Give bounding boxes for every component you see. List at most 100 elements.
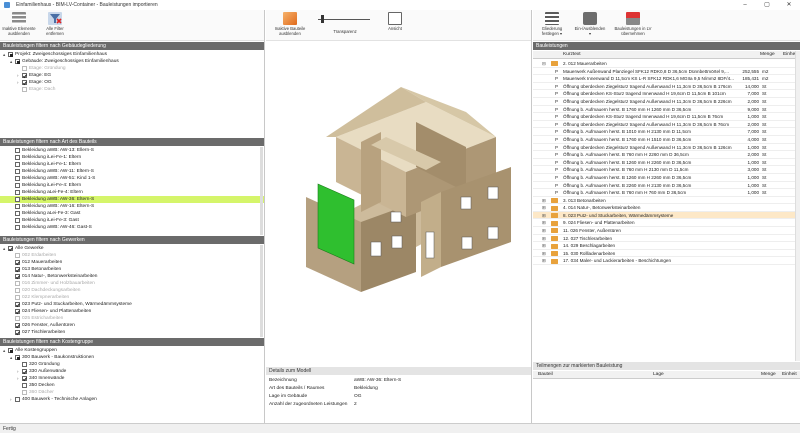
expand-toggle-icon[interactable]: ⊞ (542, 257, 548, 265)
tree-row[interactable]: 024 Fliesen- und Plattenarbeiten (0, 308, 264, 315)
tree-row[interactable]: ▴ Gebäude: Zweigeschossiges Einfamilienha… (0, 58, 264, 65)
filter-checkbox[interactable] (22, 87, 27, 92)
close-button[interactable]: ✕ (778, 0, 800, 10)
tree-row[interactable]: Bekleidung aWB: AW-46: Gast-S (0, 224, 264, 231)
service-group-row[interactable]: ⊞ 17. 034 Maler- und Lackierarbeiten - Be… (533, 257, 795, 266)
filter-checkbox[interactable] (22, 80, 27, 85)
filter-checkbox[interactable] (15, 274, 20, 279)
filter-checkbox[interactable] (15, 169, 20, 174)
minimize-button[interactable]: – (734, 0, 756, 10)
filter-checkbox[interactable] (15, 323, 20, 328)
tree-row[interactable]: Etage: Dach (0, 86, 264, 93)
filter-checkbox[interactable] (15, 211, 20, 216)
filter-checkbox[interactable] (8, 348, 13, 353)
transparency-slider[interactable]: Transparenz (316, 12, 374, 34)
filter-checkbox[interactable] (22, 390, 27, 395)
tree-row[interactable]: › Etage: EG (0, 72, 264, 79)
filter-checkbox[interactable] (15, 309, 20, 314)
tree-row[interactable]: Bekleidung aWB: AW-36: Eltern-S (0, 196, 264, 203)
tree-row[interactable]: › Etage: OG (0, 79, 264, 86)
3d-viewport[interactable] (266, 42, 531, 365)
service-group-row[interactable]: ⊞ 4. 014 Natur-, Betonwerksteinarbeiten (533, 204, 795, 212)
expand-toggle-icon[interactable]: ⊞ (542, 212, 548, 220)
filter-checkbox[interactable] (22, 73, 27, 78)
expand-toggle-icon[interactable]: › (17, 375, 19, 382)
tree-row[interactable]: 350 Decken (0, 382, 264, 389)
service-item-row[interactable]: P 1,000 St Öffnung b. Aufmauern herst. B 12… (533, 174, 795, 182)
expand-toggle-icon[interactable]: ▴ (3, 51, 5, 58)
tree-row[interactable]: ▴ 300 Bauwerk - Baukonstruktionen (0, 354, 264, 361)
maximize-button[interactable]: ▢ (756, 0, 778, 10)
filter-checkbox[interactable] (15, 218, 20, 223)
filter-checkbox[interactable] (15, 148, 20, 153)
import-lv-button[interactable]: Bauleistungen in LV übernehmen (611, 12, 655, 36)
expand-toggle-icon[interactable]: › (17, 368, 19, 375)
tree-row[interactable]: 014 Natur-, Betonwerksteinarbeiten (0, 273, 264, 280)
filter-checkbox[interactable] (15, 225, 20, 230)
remove-all-filters-button[interactable]: Alle Filter entfernen (38, 12, 72, 36)
tree-row[interactable]: 025 Estricharbeiten (0, 315, 264, 322)
tree-row[interactable]: Bekleidung aWB: AW-51: Kind 1-S (0, 175, 264, 182)
filter-checkbox[interactable] (15, 155, 20, 160)
service-group-row[interactable]: ⊞ 12. 027 Tischlerarbeiten (533, 234, 795, 243)
tree-row[interactable]: Bekleidung aWB: AW-11: Eltern-S (0, 168, 264, 175)
filter-checkbox[interactable] (15, 288, 20, 293)
tree-row[interactable]: › 330 Außenwände (0, 368, 264, 375)
filter-checkbox[interactable] (22, 383, 27, 388)
expand-toggle-icon[interactable]: ⊟ (542, 60, 548, 68)
tree-row[interactable]: ▴ Alle Gewerke (0, 245, 264, 252)
service-item-row[interactable]: P 7,000 St Öffnung b. Aufmauern herst. B 10… (533, 128, 795, 136)
slider-knob[interactable] (320, 15, 324, 23)
tree-row[interactable]: 360 Dächer (0, 389, 264, 396)
col-parts-menge[interactable]: Menge (761, 371, 776, 379)
service-item-row[interactable]: P 1,000 St Öffnung überdecken Ziegelsturz t… (533, 144, 795, 152)
filter-checkbox[interactable] (15, 59, 20, 64)
expand-toggle-icon[interactable]: ⊞ (542, 227, 548, 235)
expand-toggle-icon[interactable]: ⊞ (542, 219, 548, 227)
tree-row[interactable]: 022 Klempnerarbeiten (0, 294, 264, 301)
expand-toggle-icon[interactable]: ⊞ (542, 235, 548, 243)
tree-row[interactable]: Bekleidung aWB: AW-13: Ellern-S (0, 147, 264, 154)
service-item-row[interactable]: P 2,000 St Öffnung überdecken Ziegelsturz t… (533, 98, 795, 106)
service-group-row[interactable]: ⊞ 9. 024 Fliesen- und Plattenarbeiten (533, 219, 795, 228)
service-item-row[interactable]: P 9,000 St Öffnung b. Aufmauern herst. B 17… (533, 106, 795, 114)
filter-checkbox[interactable] (15, 162, 20, 167)
service-group-row[interactable]: ⊞ 14. 029 Beschlagarbeiten (533, 242, 795, 250)
expand-toggle-icon[interactable]: ▴ (10, 354, 12, 361)
expand-toggle-icon[interactable]: ▴ (3, 245, 5, 252)
service-item-row[interactable]: P 7,000 St Öffnung überdecken KS-Sturz trag… (533, 90, 795, 98)
tree-row[interactable]: 012 Mauerarbeiten (0, 259, 264, 266)
col-lage[interactable]: Lage (653, 371, 664, 379)
services-scrollbar[interactable] (795, 51, 800, 361)
service-item-row[interactable]: P 2,000 St Öffnung überdecken Ziegelsturz t… (533, 121, 795, 129)
tree-row[interactable]: 320 Gründung (0, 361, 264, 368)
tree-row[interactable]: Bekleidung aWB: AW-16: Eltern-S (0, 203, 264, 210)
service-item-row[interactable]: P 14,000 St Öffnung überdecken Ziegelsturz … (533, 83, 795, 91)
trade-tree-scrollbar[interactable] (260, 245, 263, 337)
service-item-row[interactable]: P 1,000 St Öffnung b. Aufmauern herst. B 12… (533, 159, 795, 167)
tree-row[interactable]: 027 Tischlerarbeiten (0, 329, 264, 336)
filter-checkbox[interactable] (15, 330, 20, 335)
filter-checkbox[interactable] (15, 302, 20, 307)
tree-row[interactable]: ▴ Projekt: Zweigeschossiges Einfamilienha… (0, 51, 264, 58)
hide-inactive-elements-button[interactable]: Inaktive Elemente ausblenden (2, 12, 36, 36)
expand-toggle-icon[interactable]: ⊞ (542, 250, 548, 258)
tree-row[interactable]: Bekleidung aLei-Fe-3: Gast (0, 210, 264, 217)
expand-toggle-icon[interactable]: › (17, 72, 19, 79)
service-item-row[interactable]: P 1,000 St Öffnung b. Aufmauern herst. B 22… (533, 182, 795, 190)
expand-toggle-icon[interactable]: ▴ (10, 58, 12, 65)
tree-row[interactable]: Bekleidung iLei-Fe-3: Gast (0, 217, 264, 224)
filter-checkbox[interactable] (15, 253, 20, 258)
tree-row[interactable]: 016 Zimmer- und Holzbauarbeiten (0, 280, 264, 287)
tree-row[interactable]: 020 Dachdeckungsarbeiten (0, 287, 264, 294)
filter-checkbox[interactable] (15, 190, 20, 195)
service-item-row[interactable]: P 1,000 St Öffnung überdecken KS-Sturz trag… (533, 113, 795, 121)
service-item-row[interactable]: P 252,555 m2 Mauerwerk Außenwand Planziegel… (533, 68, 795, 76)
tree-row[interactable]: 013 Betonarbeiten (0, 266, 264, 273)
filter-checkbox[interactable] (22, 66, 27, 71)
col-bauteil[interactable]: Bauteil (538, 371, 553, 379)
expand-toggle-icon[interactable]: ⊞ (542, 204, 548, 212)
filter-checkbox[interactable] (15, 183, 20, 188)
tree-row[interactable]: 023 Putz- und Stuckarbeiten, Wärmedämmsy… (0, 301, 264, 308)
tree-row[interactable]: Etage: Gründung (0, 65, 264, 72)
